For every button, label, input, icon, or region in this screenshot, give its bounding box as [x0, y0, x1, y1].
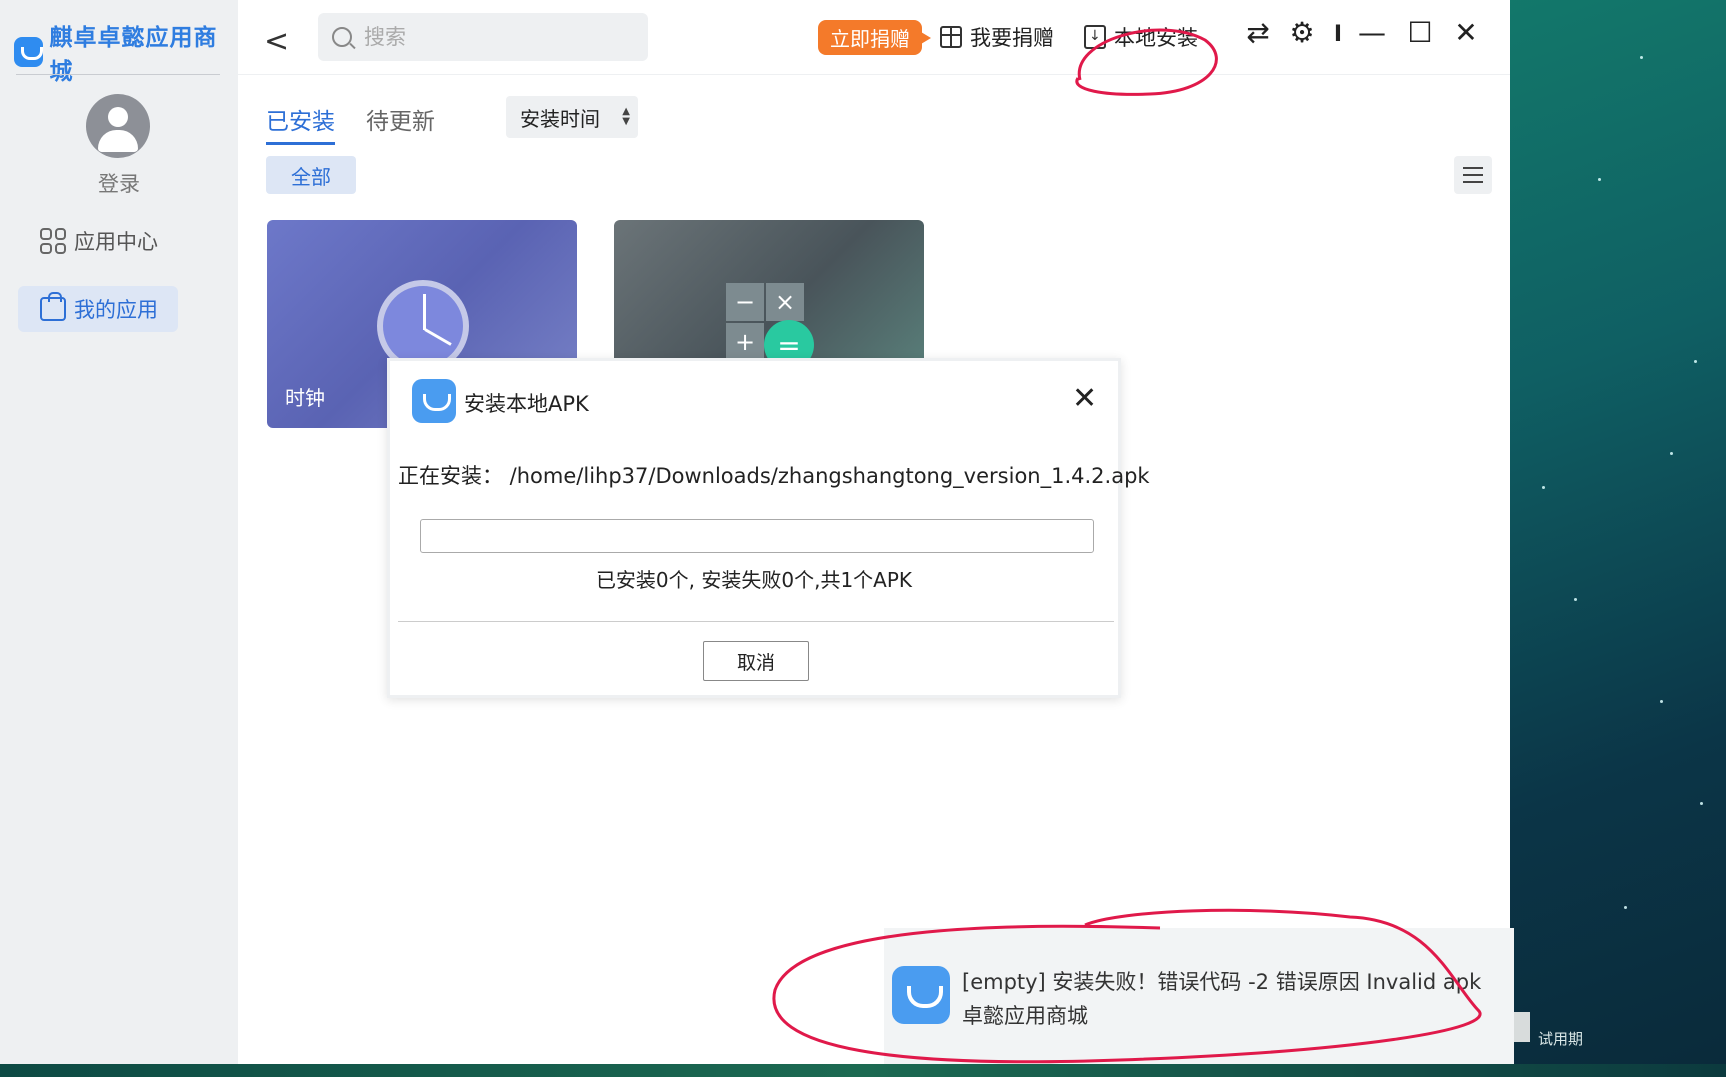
star: [1640, 56, 1643, 59]
dialog-divider: [398, 621, 1114, 622]
plus-icon: +: [726, 323, 764, 361]
login-link[interactable]: 登录: [0, 168, 238, 198]
user-icon: [108, 107, 128, 127]
sidebar-item-label: 我的应用: [74, 298, 158, 322]
minimize-icon[interactable]: —: [1352, 16, 1392, 49]
search-box[interactable]: [318, 13, 648, 61]
star: [1670, 452, 1673, 455]
sidebar-item-label: 应用中心: [74, 230, 158, 254]
install-icon: [1084, 25, 1106, 49]
tab-installed[interactable]: 已安装: [266, 102, 335, 145]
star: [1660, 700, 1663, 703]
cancel-button[interactable]: 取消: [703, 641, 809, 681]
app-card-label: 时钟: [285, 386, 325, 410]
install-path: 正在安装： /home/lihp37/Downloads/zhangshangt…: [398, 464, 1150, 488]
sidebar-divider: [16, 74, 220, 75]
star: [1574, 598, 1577, 601]
penguin-app-icon: [412, 379, 456, 423]
trial-label: 试用期: [1538, 1030, 1584, 1048]
sidebar: 麒卓卓懿应用商城 登录 应用中心 我的应用: [0, 0, 238, 1064]
sidebar-item-app-center[interactable]: 应用中心: [18, 218, 178, 264]
star: [1624, 906, 1627, 909]
avatar[interactable]: [86, 94, 150, 158]
gear-icon[interactable]: ⚙: [1282, 16, 1322, 49]
gift-icon: [940, 26, 962, 48]
search-icon: [332, 27, 352, 47]
dialog-title: 安装本地APK: [464, 392, 589, 416]
penguin-logo-icon: [14, 37, 44, 67]
install-progress-bar: [420, 519, 1094, 553]
header-divider: [238, 74, 1510, 75]
list-view-icon[interactable]: [1454, 156, 1492, 194]
dialog-close-icon[interactable]: ✕: [1072, 381, 1097, 416]
donate-now-badge[interactable]: 立即捐赠: [818, 20, 931, 55]
sort-label: 安装时间: [520, 106, 600, 131]
sort-select[interactable]: 安装时间 ▲ ▼: [506, 96, 638, 138]
switch-icon[interactable]: ⇄: [1238, 16, 1278, 49]
notification-message: [empty] 安装失败！错误代码 -2 错误原因 Invalid apk: [962, 970, 1482, 994]
install-apk-dialog: 安装本地APK ✕ 正在安装： /home/lihp37/Downloads/z…: [387, 358, 1150, 698]
filter-chip-all[interactable]: 全部: [266, 156, 356, 194]
search-input[interactable]: [364, 25, 624, 49]
tab-pending-update[interactable]: 待更新: [366, 102, 435, 136]
close-icon[interactable]: ✕: [1446, 16, 1486, 49]
maximize-icon[interactable]: ☐: [1400, 16, 1440, 49]
minus-icon: −: [726, 283, 764, 321]
donate-label: 我要捐赠: [970, 26, 1054, 50]
star: [1542, 486, 1545, 489]
times-icon: ×: [766, 283, 804, 321]
trial-indicator: [1514, 1012, 1530, 1042]
star: [1700, 802, 1703, 805]
star: [1598, 178, 1601, 181]
bag-icon: [40, 292, 66, 321]
user-icon-body: [98, 130, 138, 152]
back-arrow-icon[interactable]: <: [264, 24, 289, 59]
grid-icon: [40, 228, 66, 254]
star: [1694, 360, 1697, 363]
app-logo: 麒卓卓懿应用商城: [14, 18, 238, 86]
penguin-app-icon: [892, 966, 950, 1024]
notification-app-name: 卓懿应用商城: [962, 1004, 1088, 1028]
sidebar-item-my-apps[interactable]: 我的应用: [18, 286, 178, 332]
sort-arrows-icon: ▲ ▼: [622, 106, 630, 127]
logo-text: 麒卓卓懿应用商城: [49, 25, 218, 85]
install-status: 已安装0个, 安装失败0个,共1个APK: [595, 568, 913, 592]
taskbar: [0, 1064, 1726, 1077]
local-install-button[interactable]: 本地安装: [1084, 22, 1198, 52]
donate-button[interactable]: 我要捐赠: [940, 22, 1054, 52]
local-install-label: 本地安装: [1114, 26, 1198, 50]
notification-toast[interactable]: [empty] 安装失败！错误代码 -2 错误原因 Invalid apk 卓懿…: [884, 928, 1514, 1064]
